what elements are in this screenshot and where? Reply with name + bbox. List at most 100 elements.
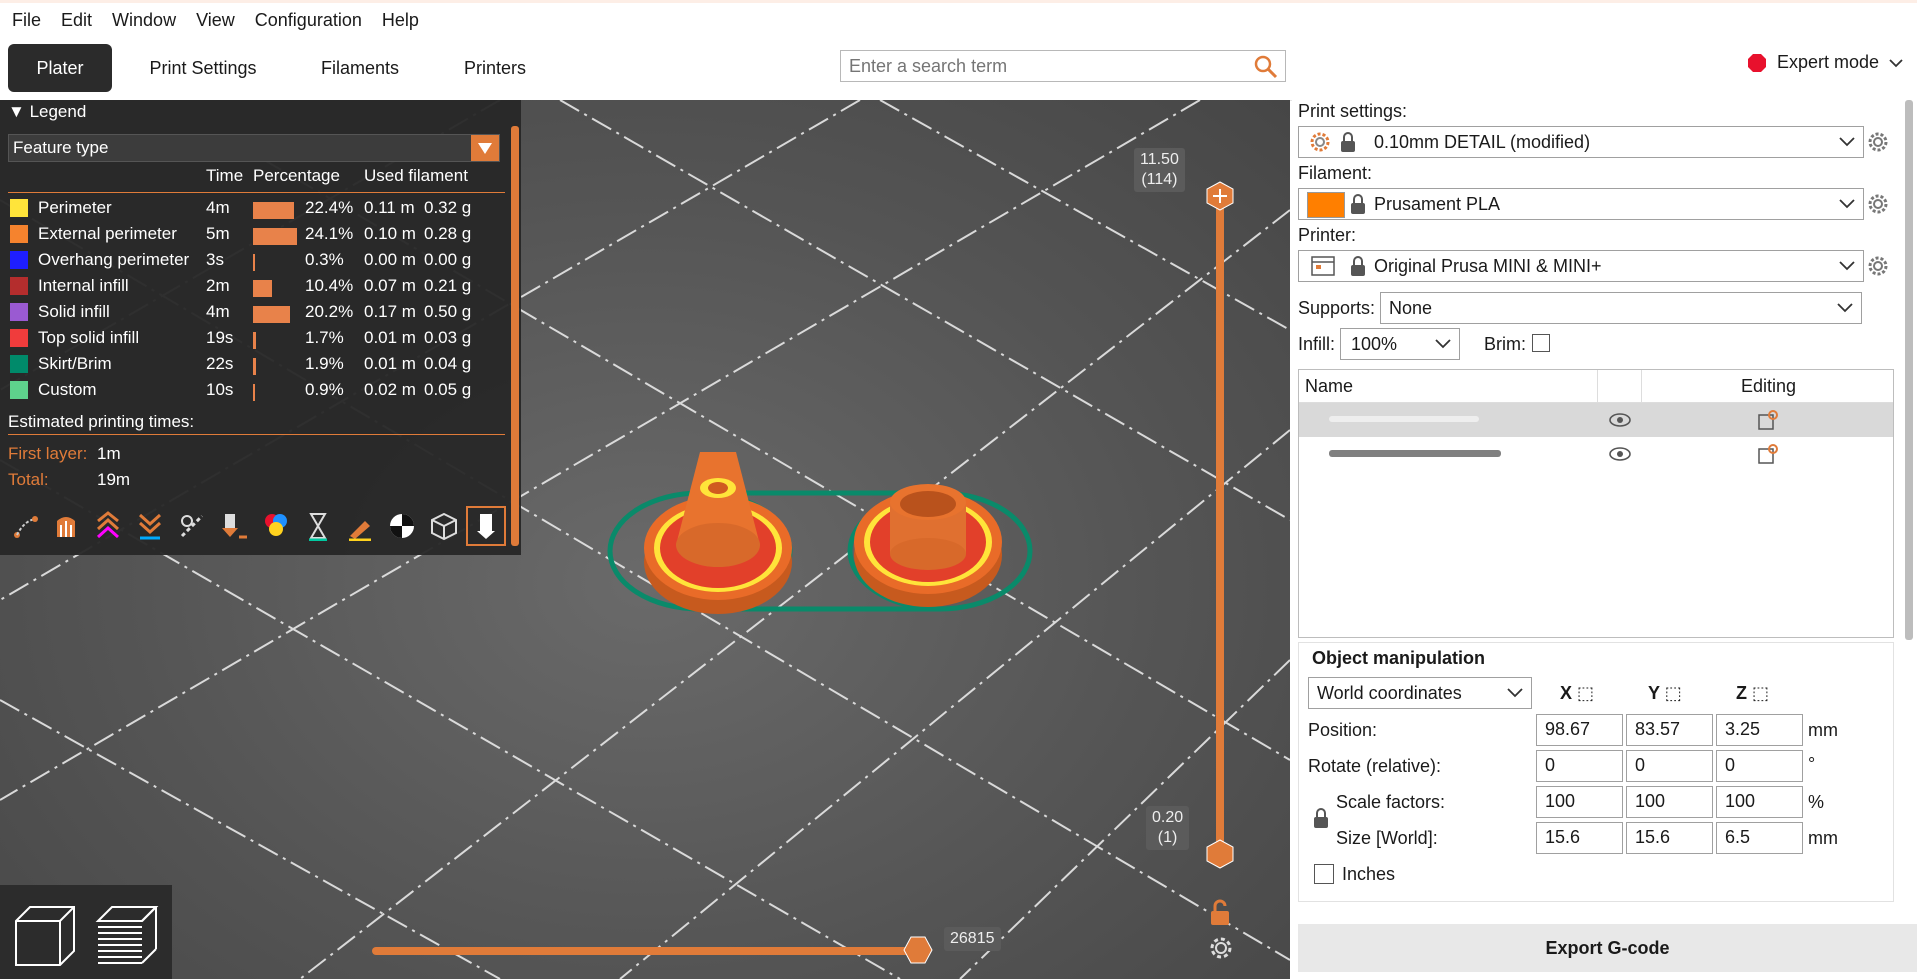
printer-label: Printer:: [1298, 225, 1357, 245]
print-settings-combo[interactable]: 0.10mm DETAIL (modified): [1298, 126, 1864, 158]
size-z-field[interactable]: 6.5: [1716, 822, 1803, 854]
seams-icon[interactable]: [174, 508, 210, 544]
position-z-field[interactable]: 3.25: [1716, 714, 1803, 746]
inches-checkbox[interactable]: [1314, 864, 1334, 884]
feature-percentage-bar: [253, 254, 255, 271]
menu-help[interactable]: Help: [372, 4, 429, 36]
filament-gear-icon[interactable]: [1866, 192, 1890, 216]
printer-gear-icon[interactable]: [1866, 254, 1890, 278]
menu-bar: File Edit Window View Configuration Help: [0, 4, 1917, 36]
move-value-label: 26815: [944, 927, 1001, 951]
layer-upper-thumb[interactable]: [1206, 181, 1234, 211]
legend-feature-row[interactable]: Solid infill 4m 20.2% 0.17 m 0.50 g: [8, 300, 508, 326]
rotate-y-field[interactable]: 0: [1626, 750, 1713, 782]
mode-selector[interactable]: Expert mode: [1747, 52, 1903, 73]
object-row[interactable]: [1299, 403, 1893, 437]
wipe-icon[interactable]: [48, 508, 84, 544]
feature-meters: 0.10 m: [364, 224, 416, 243]
shells-icon[interactable]: [426, 508, 462, 544]
search-box[interactable]: [840, 50, 1286, 82]
view-type-select[interactable]: Feature type: [8, 134, 500, 162]
eye-icon[interactable]: [1609, 447, 1631, 461]
drop-to-bed-icon[interactable]: ⬚: [1752, 683, 1769, 703]
tool-changes-icon[interactable]: [216, 508, 252, 544]
deretractions-icon[interactable]: [132, 508, 168, 544]
search-input[interactable]: [841, 51, 1247, 81]
retractions-icon[interactable]: [90, 508, 126, 544]
legend-feature-row[interactable]: Internal infill 2m 10.4% 0.07 m 0.21 g: [8, 274, 508, 300]
menu-configuration[interactable]: Configuration: [245, 4, 372, 36]
legend-feature-row[interactable]: Overhang perimeter 3s 0.3% 0.00 m 0.00 g: [8, 248, 508, 274]
position-x-field[interactable]: 98.67: [1536, 714, 1623, 746]
tab-print-settings[interactable]: Print Settings: [138, 44, 268, 92]
scale-z-field[interactable]: 100: [1716, 786, 1803, 818]
legend-feature-row[interactable]: Custom 10s 0.9% 0.02 m 0.05 g: [8, 378, 508, 404]
preview-layers-icon[interactable]: [94, 903, 160, 969]
coordinates-combo[interactable]: World coordinates: [1308, 677, 1532, 709]
dropdown-arrow-icon[interactable]: [471, 135, 499, 161]
size-y-field[interactable]: 15.6: [1626, 822, 1713, 854]
legend-feature-row[interactable]: Skirt/Brim 22s 1.9% 0.01 m 0.04 g: [8, 352, 508, 378]
lock-icon: [1351, 256, 1365, 276]
export-gcode-button[interactable]: Export G-code: [1298, 924, 1917, 972]
edit-settings-icon[interactable]: [1757, 409, 1779, 431]
pause-prints-icon[interactable]: [300, 508, 336, 544]
legend-feature-row[interactable]: Perimeter 4m 22.4% 0.11 m 0.32 g: [8, 196, 508, 222]
drop-to-bed-icon[interactable]: ⬚: [1665, 683, 1682, 703]
object-row[interactable]: [1299, 437, 1893, 471]
center-of-gravity-icon[interactable]: [384, 508, 420, 544]
position-y-field[interactable]: 83.57: [1626, 714, 1713, 746]
legend-feature-row[interactable]: External perimeter 5m 24.1% 0.10 m 0.28 g: [8, 222, 508, 248]
layer-lower-thumb[interactable]: [1206, 839, 1234, 869]
rotate-z-field[interactable]: 0: [1716, 750, 1803, 782]
lock-open-icon[interactable]: [1208, 899, 1232, 927]
travel-icon[interactable]: [6, 508, 42, 544]
scale-label: Scale factors:: [1336, 792, 1446, 812]
sidebar-scrollbar[interactable]: [1905, 100, 1913, 640]
tool-marker-icon[interactable]: [466, 506, 506, 546]
tab-plater[interactable]: Plater: [8, 44, 112, 92]
move-slider-track[interactable]: [372, 947, 917, 955]
eye-icon[interactable]: [1609, 413, 1631, 427]
menu-file[interactable]: File: [0, 4, 51, 36]
layer-slider-track[interactable]: [1216, 195, 1224, 857]
color-changes-icon[interactable]: [258, 508, 294, 544]
feature-percentage-bar: [253, 280, 272, 297]
feature-percentage-bar: [253, 358, 256, 375]
total-label: Total:: [8, 470, 49, 489]
brim-checkbox[interactable]: [1532, 334, 1550, 352]
menu-edit[interactable]: Edit: [51, 4, 102, 36]
filament-combo[interactable]: Prusament PLA: [1298, 188, 1864, 220]
scale-lock-icon[interactable]: [1312, 806, 1330, 830]
scale-x-field[interactable]: 100: [1536, 786, 1623, 818]
move-slider-thumb[interactable]: [903, 936, 933, 964]
feature-name: Overhang perimeter: [38, 250, 190, 269]
legend-scrollbar[interactable]: [511, 126, 519, 546]
drop-to-bed-icon[interactable]: ⬚: [1577, 683, 1594, 703]
edit-settings-icon[interactable]: [1757, 443, 1779, 465]
feature-name: External perimeter: [38, 224, 177, 243]
menu-window[interactable]: Window: [102, 4, 186, 36]
legend-feature-row[interactable]: Top solid infill 19s 1.7% 0.01 m 0.03 g: [8, 326, 508, 352]
scale-y-field[interactable]: 100: [1626, 786, 1713, 818]
position-unit: mm: [1808, 720, 1838, 740]
rotate-label: Rotate (relative):: [1308, 756, 1442, 776]
menu-view[interactable]: View: [186, 4, 245, 36]
infill-combo[interactable]: 100%: [1340, 328, 1460, 360]
expert-mode-icon: [1747, 53, 1766, 72]
feature-name: Perimeter: [38, 198, 112, 217]
legend-header[interactable]: ▼ Legend: [0, 100, 521, 124]
print-settings-gear-icon[interactable]: [1866, 130, 1890, 154]
tab-filaments[interactable]: Filaments: [310, 44, 410, 92]
size-x-field[interactable]: 15.6: [1536, 822, 1623, 854]
printer-combo[interactable]: Original Prusa MINI & MINI+: [1298, 250, 1864, 282]
col-used-filament: Used filament: [364, 166, 468, 185]
gear-icon[interactable]: [1208, 935, 1234, 961]
rotate-x-field[interactable]: 0: [1536, 750, 1623, 782]
search-icon[interactable]: [1253, 54, 1279, 85]
collapse-triangle-icon: ▼: [8, 102, 25, 121]
custom-gcodes-icon[interactable]: [342, 508, 378, 544]
tab-printers[interactable]: Printers: [450, 44, 540, 92]
3d-view-icon[interactable]: [12, 903, 78, 969]
supports-combo[interactable]: None: [1380, 292, 1862, 324]
